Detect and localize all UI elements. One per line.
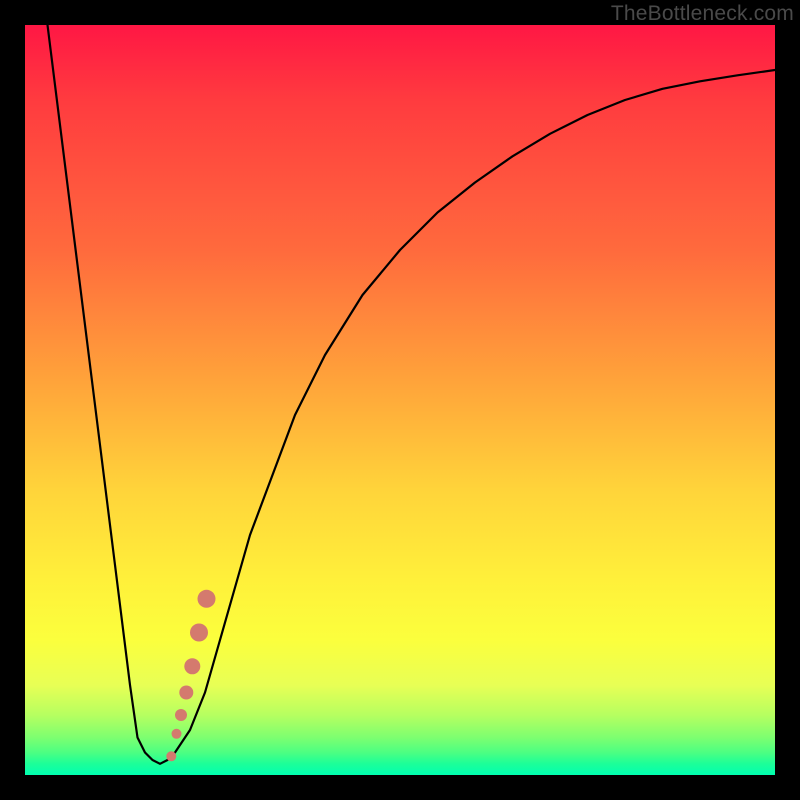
chart-svg — [25, 25, 775, 775]
highlight-dot — [184, 658, 200, 674]
chart-frame: TheBottleneck.com — [0, 0, 800, 800]
highlight-dot — [198, 590, 216, 608]
bottleneck-curve — [48, 25, 776, 764]
exclamation-dots — [166, 590, 215, 762]
highlight-dot — [179, 686, 193, 700]
plot-area — [25, 25, 775, 775]
highlight-dot — [190, 624, 208, 642]
highlight-dot — [175, 709, 187, 721]
watermark-text: TheBottleneck.com — [611, 2, 794, 26]
highlight-dot — [172, 729, 182, 739]
highlight-dot — [166, 751, 176, 761]
